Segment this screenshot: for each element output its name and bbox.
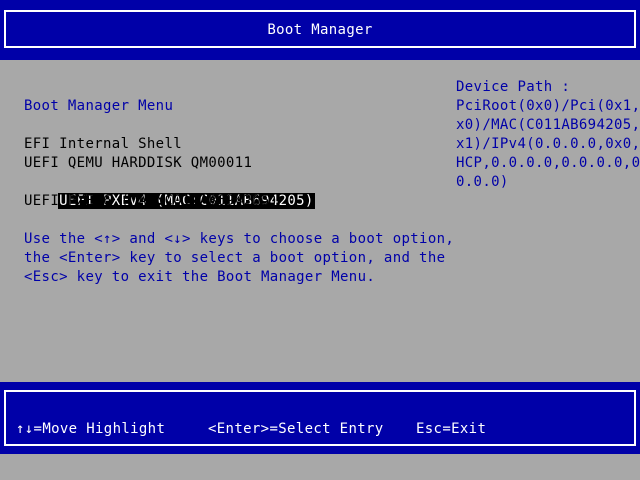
- bottom-strip: [0, 454, 640, 480]
- device-path-line: HCP,0.0.0.0,0.0.0.0,0.: [456, 155, 640, 171]
- boot-option-pxev4[interactable]: UEFI PXEv4 (MAC:C011AB694205): [23, 173, 315, 209]
- instruction-line: the <Enter> key to select a boot option,…: [24, 250, 446, 266]
- boot-option-efi-shell[interactable]: EFI Internal Shell: [24, 135, 182, 154]
- help-exit: Esc=Exit: [416, 421, 487, 437]
- menu-heading: Boot Manager Menu: [24, 98, 174, 114]
- device-path-line: x1)/IPv4(0.0.0.0,0x0,D: [456, 136, 640, 152]
- help-select-entry: <Enter>=Select Entry: [208, 421, 384, 437]
- help-move-highlight: ↑↓=Move Highlight: [16, 421, 166, 437]
- boot-option-pxev6[interactable]: UEFI PXEv6 (MAC:C011AB694205): [24, 192, 279, 211]
- device-path-line: PciRoot(0x0)/Pci(0x1,0: [456, 98, 640, 114]
- boot-option-qemu-harddisk[interactable]: UEFI QEMU HARDDISK QM00011: [24, 154, 252, 173]
- instruction-line: Use the <↑> and <↓> keys to choose a boo…: [24, 231, 455, 247]
- device-path-line: x0)/MAC(C011AB694205,0: [456, 117, 640, 133]
- boot-manager-screen: Boot Manager Boot Manager Menu EFI Inter…: [0, 0, 640, 480]
- device-path-label: Device Path :: [456, 79, 571, 95]
- instruction-line: <Esc> key to exit the Boot Manager Menu.: [24, 269, 376, 285]
- device-path-line: 0.0.0): [456, 174, 509, 190]
- help-bar: ↑↓=Move Highlight <Enter>=Select Entry E…: [0, 382, 640, 454]
- page-title: Boot Manager: [267, 22, 373, 38]
